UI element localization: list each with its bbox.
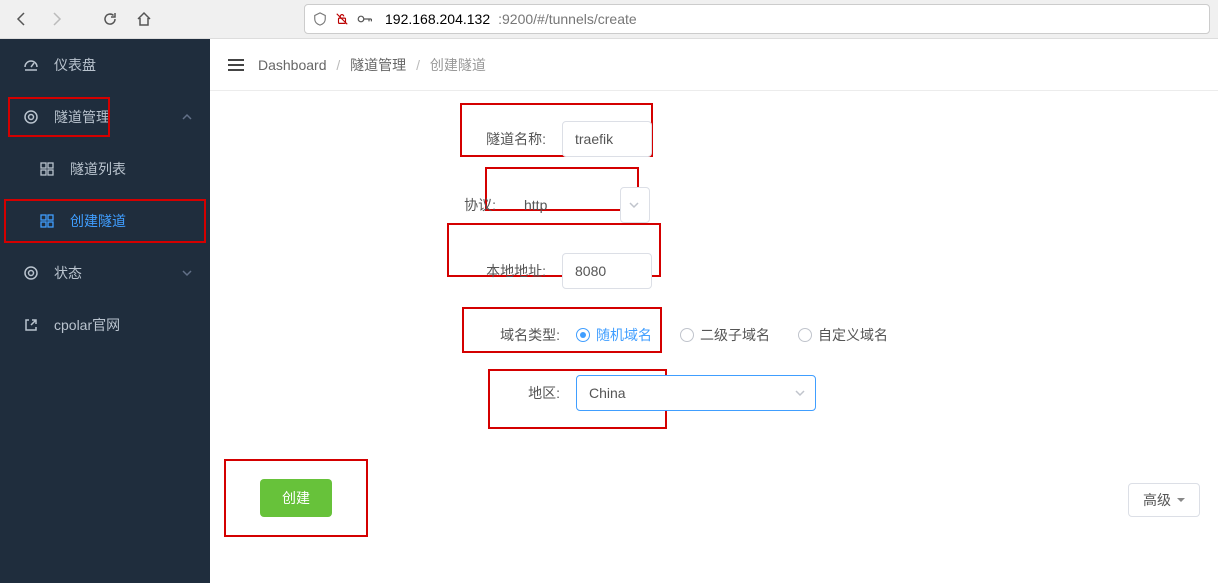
sidebar-item-label: 仪表盘 (54, 55, 96, 75)
nav-home-button[interactable] (130, 5, 158, 33)
gauge-icon (22, 57, 40, 73)
shield-icon (313, 12, 327, 26)
topbar: Dashboard / 隧道管理 / 创建隧道 (210, 39, 1218, 91)
advanced-button[interactable]: 高级 (1128, 483, 1200, 517)
url-path: :9200/#/tunnels/create (498, 11, 637, 27)
radio-label: 自定义域名 (818, 325, 888, 345)
sidebar-item-label: cpolar官网 (54, 315, 120, 335)
browser-toolbar: 192.168.204.132 :9200/#/tunnels/create (0, 0, 1218, 39)
caret-down-icon (1177, 496, 1185, 504)
protocol-value: http (512, 187, 592, 223)
create-button[interactable]: 创建 (260, 479, 332, 517)
menu-toggle-icon[interactable] (228, 59, 244, 71)
lock-crossed-icon (335, 12, 349, 26)
url-host: 192.168.204.132 (385, 11, 490, 27)
breadcrumb-root[interactable]: Dashboard (258, 57, 327, 73)
nav-back-button[interactable] (8, 5, 36, 33)
sidebar-item-label: 隧道管理 (54, 107, 110, 127)
radio-dot-icon (576, 328, 590, 342)
sidebar-item-label: 隧道列表 (70, 159, 126, 179)
key-icon (357, 12, 373, 26)
external-link-icon (22, 318, 40, 332)
breadcrumb: Dashboard / 隧道管理 / 创建隧道 (258, 55, 486, 75)
label-domain-type: 域名类型: (222, 325, 576, 345)
sidebar-item-tunnel-mgmt[interactable]: 隧道管理 (0, 91, 210, 143)
sidebar-item-create-tunnel[interactable]: 创建隧道 (0, 195, 210, 247)
advanced-label: 高级 (1143, 490, 1171, 510)
radio-dot-icon (680, 328, 694, 342)
main-content: Dashboard / 隧道管理 / 创建隧道 隧道名称: (210, 39, 1218, 583)
chevron-down-icon (795, 385, 805, 401)
label-tunnel-name: 隧道名称: (222, 129, 562, 149)
breadcrumb-current: 创建隧道 (430, 57, 486, 73)
sidebar-item-label: 创建隧道 (70, 211, 126, 231)
sidebar-item-label: 状态 (54, 263, 82, 283)
advanced-toggle-wrap: 高级 (1128, 483, 1200, 517)
tunnel-name-input[interactable] (562, 121, 652, 157)
radio-random-domain[interactable]: 随机域名 (576, 325, 652, 345)
region-select[interactable]: China (576, 375, 816, 411)
life-ring-icon (22, 109, 40, 125)
sidebar-item-dashboard[interactable]: 仪表盘 (0, 39, 210, 91)
nav-refresh-button[interactable] (96, 5, 124, 33)
breadcrumb-mid[interactable]: 隧道管理 (350, 57, 406, 73)
grid-icon (38, 162, 56, 176)
url-bar[interactable]: 192.168.204.132 :9200/#/tunnels/create (304, 4, 1210, 34)
radio-label: 二级子域名 (700, 325, 770, 345)
create-label: 创建 (282, 490, 310, 506)
radio-custom-domain[interactable]: 自定义域名 (798, 325, 888, 345)
chevron-up-icon (182, 109, 192, 125)
highlight-submit: 创建 (224, 459, 368, 537)
sidebar: 仪表盘 隧道管理 隧道列表 创建隧道 状态 (0, 39, 210, 583)
nav-forward-button[interactable] (42, 5, 70, 33)
sidebar-item-tunnel-list[interactable]: 隧道列表 (0, 143, 210, 195)
chevron-down-icon (629, 197, 639, 213)
radio-subdomain[interactable]: 二级子域名 (680, 325, 770, 345)
sidebar-item-status[interactable]: 状态 (0, 247, 210, 299)
radio-dot-icon (798, 328, 812, 342)
sidebar-item-cpolar-site[interactable]: cpolar官网 (0, 299, 210, 351)
label-protocol: 协议: (222, 195, 512, 215)
radio-label: 随机域名 (596, 325, 652, 345)
label-region: 地区: (222, 383, 576, 403)
grid-icon (38, 214, 56, 228)
local-addr-input[interactable] (562, 253, 652, 289)
region-value: China (589, 385, 626, 401)
label-local-addr: 本地地址: (222, 261, 562, 281)
protocol-select[interactable] (620, 187, 650, 223)
chevron-down-icon (182, 265, 192, 281)
life-ring-icon (22, 265, 40, 281)
